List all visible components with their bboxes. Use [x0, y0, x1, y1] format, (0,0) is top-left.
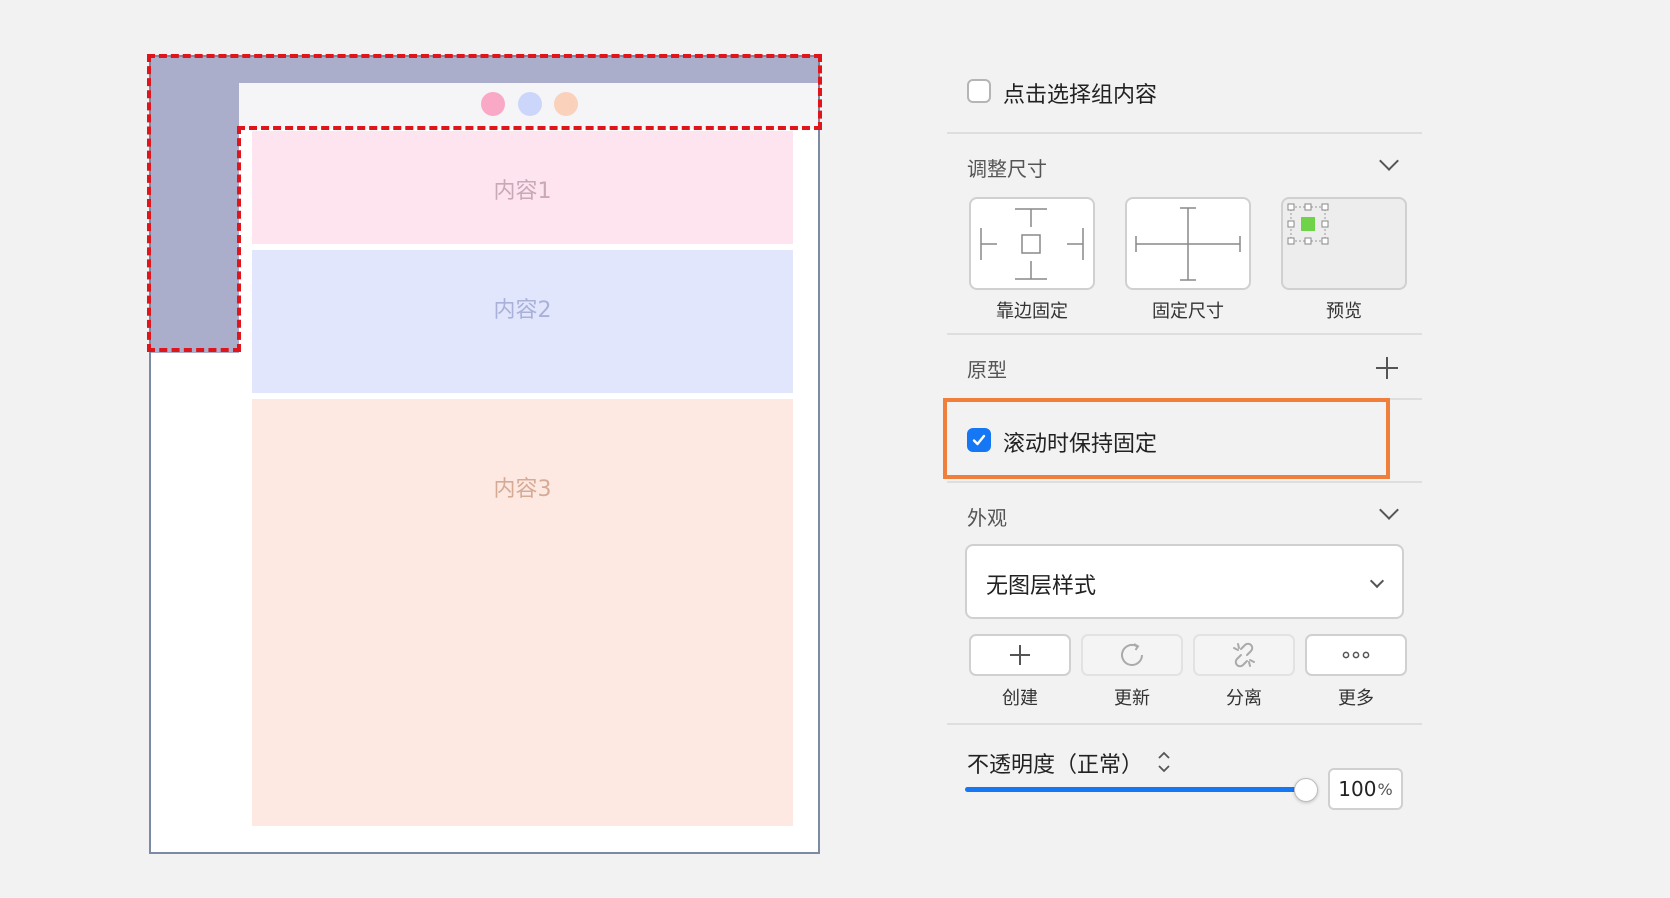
fixed-size-icon	[1135, 207, 1241, 281]
opacity-input[interactable]: 100%	[1328, 768, 1403, 810]
divider	[947, 723, 1422, 725]
pin-edges-option[interactable]	[969, 197, 1095, 290]
fixed-size-option[interactable]	[1125, 197, 1251, 290]
content-block-3: 内容3	[252, 399, 793, 826]
fixed-area-outline	[818, 54, 822, 130]
divider	[947, 333, 1422, 335]
opacity-value: 100	[1338, 777, 1377, 801]
detach-label: 分离	[1226, 688, 1262, 709]
content-label: 内容3	[493, 477, 552, 502]
layer-style-value: 无图层样式	[986, 574, 1097, 599]
pin-edges-icon	[980, 208, 1084, 280]
content-label: 内容1	[493, 179, 552, 204]
create-label: 创建	[1002, 688, 1038, 709]
click-select-group-label: 点击选择组内容	[1003, 83, 1158, 108]
prototype-section-title: 原型	[967, 358, 1007, 382]
blend-mode-stepper-icon[interactable]	[1156, 749, 1172, 775]
chevron-down-icon[interactable]	[1379, 500, 1399, 520]
more-button[interactable]	[1305, 634, 1407, 676]
more-label: 更多	[1338, 688, 1374, 709]
opacity-unit: %	[1377, 779, 1393, 799]
opacity-slider[interactable]	[965, 787, 1306, 792]
content-block-2: 内容2	[252, 250, 793, 393]
fixed-area-outline	[147, 54, 822, 58]
window-dot-peach	[554, 92, 578, 116]
update-label: 更新	[1114, 688, 1150, 709]
detach-style-button[interactable]	[1193, 634, 1295, 676]
opacity-slider-fill	[965, 787, 1306, 792]
refresh-icon	[1121, 643, 1143, 666]
detach-link-icon	[1233, 642, 1255, 668]
plus-icon	[1010, 645, 1030, 665]
plus-icon[interactable]	[1375, 356, 1399, 380]
more-dots-icon	[1342, 651, 1370, 659]
fix-on-scroll-checkbox[interactable]	[967, 428, 991, 452]
appearance-section-title: 外观	[967, 506, 1007, 530]
click-select-group-checkbox[interactable]	[967, 79, 991, 103]
divider	[947, 132, 1422, 134]
window-dot-blue	[518, 92, 542, 116]
content-block-1: 内容1	[252, 131, 793, 244]
resize-section-title: 调整尺寸	[967, 157, 1047, 181]
checkmark-icon	[972, 434, 986, 446]
fixed-area-outline	[147, 348, 241, 352]
artboard-top-bar	[151, 57, 818, 83]
layer-style-select[interactable]: 无图层样式	[965, 544, 1404, 619]
fixed-area-outline	[237, 126, 822, 130]
create-style-button[interactable]	[969, 634, 1071, 676]
opacity-slider-knob[interactable]	[1294, 778, 1318, 802]
artboard-sidebar	[151, 83, 239, 353]
fixed-size-label: 固定尺寸	[1152, 301, 1224, 322]
content-label: 内容2	[493, 298, 552, 323]
pin-edges-label: 靠边固定	[996, 301, 1068, 322]
preview-icon	[1287, 203, 1329, 245]
window-dot-pink	[481, 92, 505, 116]
opacity-label: 不透明度（正常）	[967, 753, 1144, 778]
resize-preview	[1281, 197, 1407, 290]
fixed-area-outline	[237, 126, 241, 352]
preview-label: 预览	[1326, 301, 1362, 322]
fix-on-scroll-label: 滚动时保持固定	[1003, 432, 1158, 457]
fixed-area-outline	[147, 54, 151, 352]
artboard-preview: 内容1 内容2 内容3	[149, 55, 820, 854]
chevron-down-icon[interactable]	[1379, 151, 1399, 171]
update-style-button[interactable]	[1081, 634, 1183, 676]
chevron-down-icon	[1369, 573, 1385, 589]
divider	[947, 481, 1422, 483]
